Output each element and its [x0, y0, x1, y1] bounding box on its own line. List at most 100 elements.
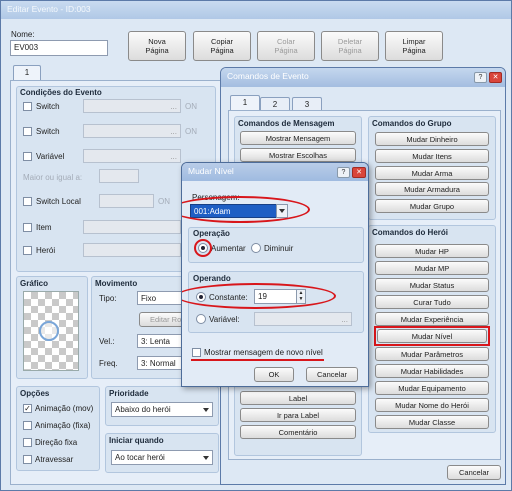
dir-fixed-checkbox[interactable]: [23, 438, 32, 447]
graphic-title: Gráfico: [20, 279, 49, 288]
change-equipment-button[interactable]: Mudar Equipamento: [375, 381, 489, 395]
copy-page-button[interactable]: Copiar Página: [193, 31, 251, 61]
variable-operand-label: Variável:: [209, 315, 240, 324]
paste-page-button[interactable]: Colar Página: [257, 31, 315, 61]
commands-tab-1[interactable]: 1: [230, 95, 260, 111]
show-message-button[interactable]: Mostrar Mensagem: [240, 131, 356, 145]
hero-label: Herói: [36, 246, 56, 255]
commands-help-icon[interactable]: ?: [474, 72, 487, 83]
options-title: Opções: [20, 389, 50, 398]
anim-move-checkbox[interactable]: ✓: [23, 404, 32, 413]
variable-radio[interactable]: [196, 314, 206, 324]
commands-title: Comandos de Evento: [227, 71, 309, 81]
commands-tab-2[interactable]: 2: [260, 97, 290, 111]
switch1-label: Switch: [36, 102, 60, 111]
change-weapon-button[interactable]: Mudar Arma: [375, 166, 489, 180]
dialog-close-icon[interactable]: ✕: [352, 167, 366, 178]
heal-all-button[interactable]: Curar Tudo: [375, 295, 489, 309]
hero-checkbox[interactable]: [23, 246, 32, 255]
variable-field[interactable]: ...: [83, 149, 181, 163]
hero-select[interactable]: [83, 243, 181, 257]
show-message-label: Mostrar mensagem de novo nível: [204, 348, 323, 357]
change-group-button[interactable]: Mudar Grupo: [375, 199, 489, 213]
local-switch-on: ON: [158, 197, 170, 206]
editor-titlebar: Editar Evento - ID:003: [1, 1, 511, 19]
name-input[interactable]: EV003: [10, 40, 108, 56]
show-choices-button[interactable]: Mostrar Escolhas: [240, 148, 356, 162]
local-switch-checkbox[interactable]: [23, 197, 32, 206]
operand-title: Operando: [193, 274, 231, 283]
priority-select[interactable]: Abaixo do herói: [111, 402, 213, 417]
goto-label-button[interactable]: Ir para Label: [240, 408, 356, 422]
dir-fixed-label: Direção fixa: [35, 438, 78, 447]
change-money-button[interactable]: Mudar Dinheiro: [375, 132, 489, 146]
priority-value: Abaixo do herói: [115, 405, 171, 414]
greater-equal-label: Maior ou igual a:: [23, 173, 83, 182]
anim-fixed-checkbox[interactable]: [23, 421, 32, 430]
dialog-help-icon[interactable]: ?: [337, 167, 350, 178]
priority-title: Prioridade: [109, 389, 149, 398]
character-highlight: [182, 196, 310, 223]
switch1-dots: ...: [170, 102, 177, 111]
group-commands-title: Comandos do Grupo: [372, 119, 452, 128]
trigger-title: Iniciar quando: [109, 436, 164, 445]
switch2-on: ON: [185, 127, 197, 136]
change-items-button[interactable]: Mudar Itens: [375, 149, 489, 163]
decrease-label: Diminuir: [264, 244, 294, 253]
anim-fixed-label: Animação (fixa): [35, 421, 91, 430]
item-select[interactable]: [83, 220, 181, 234]
page-tab-1[interactable]: 1: [13, 65, 41, 81]
item-checkbox[interactable]: [23, 223, 32, 232]
conditions-title: Condições do Evento: [20, 88, 102, 97]
change-hp-button[interactable]: Mudar HP: [375, 244, 489, 258]
comment-button[interactable]: Comentário: [240, 425, 356, 439]
message-commands-title: Comandos de Mensagem: [238, 119, 335, 128]
variable-operand-dots: ...: [341, 315, 348, 324]
change-armor-button[interactable]: Mudar Armadura: [375, 182, 489, 196]
clear-page-button[interactable]: Limpar Página: [385, 31, 443, 61]
variable-operand-field[interactable]: ...: [254, 312, 352, 326]
switch2-dots: ...: [170, 127, 177, 136]
decrease-radio[interactable]: [251, 243, 261, 253]
dialog-title: Mudar Nível: [188, 166, 234, 176]
movement-title: Movimento: [95, 279, 138, 288]
change-class-button[interactable]: Mudar Classe: [375, 415, 489, 429]
new-page-button[interactable]: Nova Página: [128, 31, 186, 61]
change-status-button[interactable]: Mudar Status: [375, 278, 489, 292]
variable-checkbox[interactable]: [23, 152, 32, 161]
change-experience-button[interactable]: Mudar Experiência: [375, 312, 489, 326]
change-level-highlight: [374, 326, 490, 346]
dialog-cancel-button[interactable]: Cancelar: [306, 367, 358, 382]
pass-through-checkbox[interactable]: [23, 455, 32, 464]
switch2-label: Switch: [36, 127, 60, 136]
local-switch-select[interactable]: [99, 194, 154, 208]
variable-label: Variável: [36, 152, 65, 161]
commands-close-icon[interactable]: ✕: [489, 72, 502, 83]
change-hero-name-button[interactable]: Mudar Nome do Herói: [375, 398, 489, 412]
switch1-field[interactable]: ...: [83, 99, 181, 113]
change-mp-button[interactable]: Mudar MP: [375, 261, 489, 275]
switch2-checkbox[interactable]: [23, 127, 32, 136]
delete-page-button[interactable]: Deletar Página: [321, 31, 379, 61]
anim-move-label: Animação (mov): [35, 404, 94, 413]
change-parameters-button[interactable]: Mudar Parâmetros: [375, 347, 489, 361]
editor-title: Editar Evento - ID:003: [7, 4, 91, 14]
commands-cancel-button[interactable]: Cancelar: [447, 465, 501, 480]
operation-title: Operação: [193, 229, 230, 238]
dialog-ok-button[interactable]: OK: [254, 367, 294, 382]
trigger-select[interactable]: Ao tocar herói: [111, 450, 213, 465]
priority-dropdown-icon: [203, 408, 209, 412]
label-button[interactable]: Label: [240, 391, 356, 405]
change-skills-button[interactable]: Mudar Habilidades: [375, 364, 489, 378]
trigger-value: Ao tocar herói: [115, 453, 165, 462]
pass-through-label: Atravessar: [35, 455, 74, 464]
switch1-checkbox[interactable]: [23, 102, 32, 111]
greater-equal-spin[interactable]: [99, 169, 139, 183]
switch1-on: ON: [185, 102, 197, 111]
show-message-checkbox[interactable]: [192, 348, 201, 357]
variable-dots: ...: [170, 152, 177, 161]
item-label: Item: [36, 223, 52, 232]
commands-tab-3[interactable]: 3: [292, 97, 322, 111]
switch2-field[interactable]: ...: [83, 124, 181, 138]
constant-highlight: [182, 283, 336, 309]
